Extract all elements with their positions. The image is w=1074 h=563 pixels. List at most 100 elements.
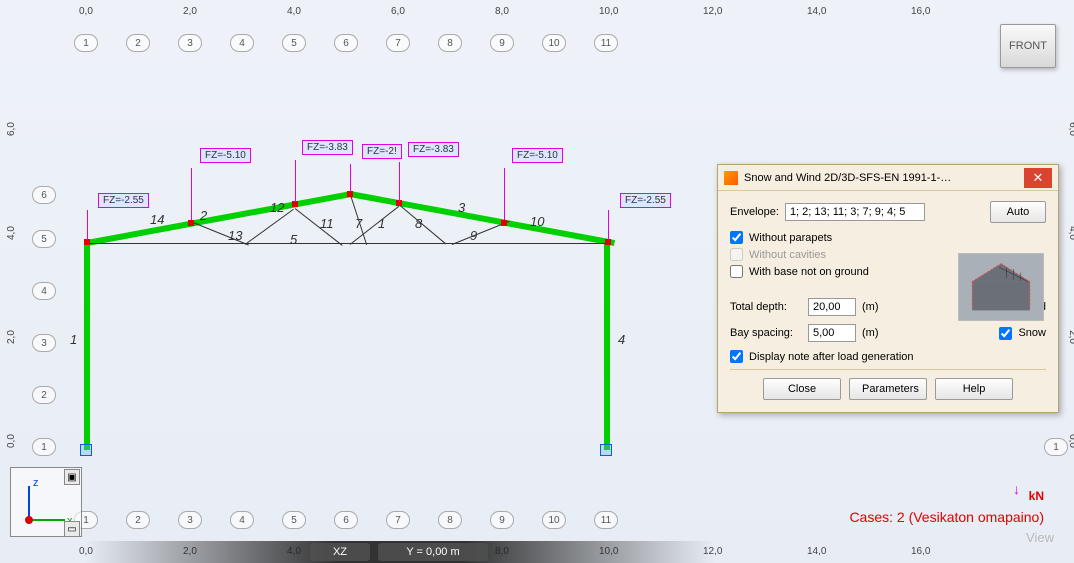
close-button[interactable]: Close (763, 378, 841, 400)
member-label: 12 (270, 200, 284, 215)
dialog-titlebar[interactable]: Snow and Wind 2D/3D-SFS-EN 1991-1-… ✕ (718, 165, 1058, 191)
with-base-checkbox[interactable] (730, 265, 743, 278)
total-depth-label: Total depth: (730, 301, 802, 313)
support-pinned-right[interactable] (600, 444, 612, 456)
unit-m: (m) (862, 327, 879, 339)
total-depth-input[interactable] (808, 298, 856, 316)
grid-bubble-right: 1 (1044, 438, 1068, 456)
grid-bubble-bottom: 9 (490, 511, 514, 529)
node[interactable] (188, 220, 194, 226)
without-parapets-checkbox[interactable] (730, 231, 743, 244)
grid-bubble-top: 4 (230, 34, 254, 52)
bay-spacing-input[interactable] (808, 324, 856, 342)
without-cavities-checkbox (730, 248, 743, 261)
member-label: 1 (378, 216, 385, 231)
snow-wind-dialog[interactable]: Snow and Wind 2D/3D-SFS-EN 1991-1-… ✕ En… (717, 164, 1059, 413)
load-label: FZ=-3.83 (408, 142, 459, 157)
snow-label: Snow (1018, 327, 1046, 339)
load-case-label: Cases: 2 (Vesikaton omapaino) (849, 509, 1044, 525)
grid-bubble-left: 2 (32, 386, 56, 404)
node[interactable] (501, 220, 507, 226)
grid-bubble-top: 5 (282, 34, 306, 52)
view-watermark: View (1026, 530, 1054, 545)
load-label: FZ=-3.83 (302, 140, 353, 155)
grid-bubble-bottom: 10 (542, 511, 566, 529)
grid-bubble-top: 6 (334, 34, 358, 52)
triad-control-up[interactable]: ▣ (64, 469, 80, 485)
grid-bubble-bottom: 7 (386, 511, 410, 529)
member-label: 8 (415, 216, 422, 231)
status-plane[interactable]: XZ (310, 543, 370, 561)
ruler-bottom-tick: 16,0 (911, 546, 930, 557)
envelope-input[interactable] (785, 203, 925, 221)
member-label: 10 (530, 214, 544, 229)
app-icon (724, 171, 738, 185)
member-label: 14 (150, 212, 164, 227)
auto-button[interactable]: Auto (990, 201, 1046, 223)
unit-m: (m) (862, 301, 879, 313)
with-base-label: With base not on ground (749, 266, 869, 278)
load-arrow (608, 210, 609, 240)
load-arrow (87, 210, 88, 240)
close-icon[interactable]: ✕ (1024, 168, 1052, 188)
load-arrow (399, 162, 400, 202)
grid-bubble-bottom: 2 (126, 511, 150, 529)
force-arrow-icon: ↓ (1013, 481, 1020, 497)
load-label: FZ=-2.55 (620, 193, 671, 208)
grid-bubble-top: 7 (386, 34, 410, 52)
grid-bubble-top: 8 (438, 34, 462, 52)
load-arrow (191, 168, 192, 220)
envelope-label: Envelope: (730, 206, 779, 218)
load-label: FZ=-5.10 (200, 148, 251, 163)
grid-bubble-top: 2 (126, 34, 150, 52)
without-parapets-label: Without parapets (749, 232, 832, 244)
grid-bubble-left: 5 (32, 230, 56, 248)
view-cube-front[interactable]: FRONT (1000, 24, 1056, 68)
grid-bubble-left: 4 (32, 282, 56, 300)
ruler-left-tick: 2,0 (6, 330, 17, 344)
member-label: 7 (355, 216, 362, 231)
support-pinned-left[interactable] (80, 444, 92, 456)
ruler-top-tick: 0,0 (79, 6, 93, 17)
load-arrow (504, 168, 505, 220)
member-label: 5 (290, 232, 297, 247)
member-label: 9 (470, 228, 477, 243)
parameters-button[interactable]: Parameters (849, 378, 927, 400)
ruler-left-tick: 0,0 (6, 434, 17, 448)
status-coord[interactable]: Y = 0,00 m (378, 543, 488, 561)
member-column-left[interactable] (84, 240, 90, 450)
ruler-left-tick: 6,0 (6, 122, 17, 136)
ruler-left-tick: 4,0 (6, 226, 17, 240)
ruler-bottom-tick: 14,0 (807, 546, 826, 557)
grid-bubble-bottom: 8 (438, 511, 462, 529)
help-button[interactable]: Help (935, 378, 1013, 400)
triad-control-down[interactable]: ▭ (64, 521, 80, 537)
member-label: 11 (320, 216, 334, 231)
display-note-checkbox[interactable] (730, 350, 743, 363)
grid-bubble-bottom: 3 (178, 511, 202, 529)
grid-bubble-bottom: 4 (230, 511, 254, 529)
grid-bubble-top: 11 (594, 34, 618, 52)
svg-text:z: z (33, 477, 39, 489)
force-unit-label: kN (1029, 489, 1044, 503)
ruler-top-tick: 10,0 (599, 6, 618, 17)
load-label: FZ=-2.55 (98, 193, 149, 208)
member-diagonal[interactable] (295, 208, 343, 246)
load-label: FZ=-2! (362, 144, 402, 159)
ruler-top-tick: 8,0 (495, 6, 509, 17)
ruler-top-tick: 6,0 (391, 6, 405, 17)
load-label: FZ=-5.10 (512, 148, 563, 163)
grid-bubble-bottom: 6 (334, 511, 358, 529)
grid-bubble-left: 6 (32, 186, 56, 204)
ruler-top-tick: 16,0 (911, 6, 930, 17)
dialog-title-text: Snow and Wind 2D/3D-SFS-EN 1991-1-… (744, 172, 1024, 184)
ruler-top-tick: 14,0 (807, 6, 826, 17)
ruler-right-tick: 2,0 (1067, 330, 1074, 344)
snow-checkbox[interactable] (999, 327, 1012, 340)
without-cavities-label: Without cavities (749, 249, 826, 261)
structural-viewport[interactable]: 0,0 2,0 4,0 6,0 8,0 10,0 12,0 14,0 16,0 … (0, 0, 1074, 563)
member-rafter-right[interactable] (349, 191, 615, 246)
ruler-right-tick: 6,0 (1067, 122, 1074, 136)
grid-bubble-top: 3 (178, 34, 202, 52)
member-column-right[interactable] (604, 240, 610, 450)
